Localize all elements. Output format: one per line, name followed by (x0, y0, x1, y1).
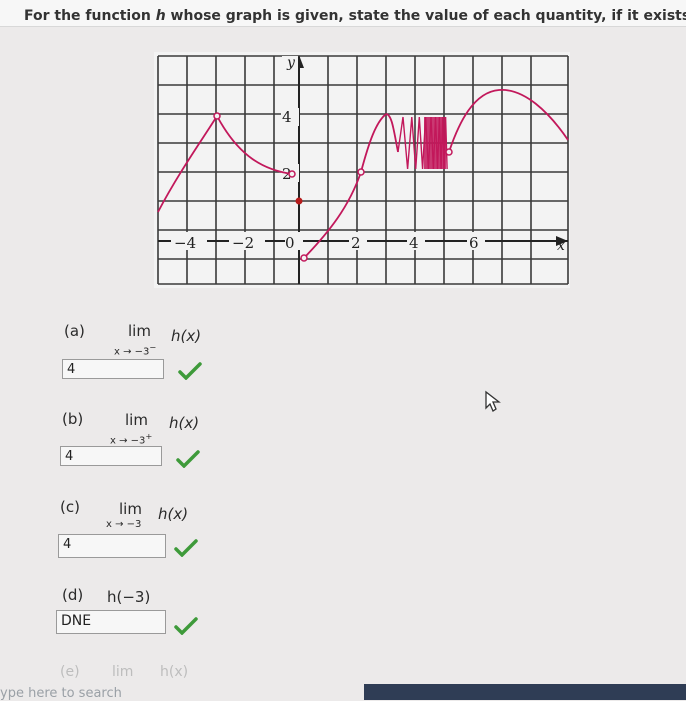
part-a-subscript: x → −3− (114, 342, 157, 358)
question-text: For the function h whose graph is given,… (24, 8, 686, 24)
y-axis-label: y (286, 55, 296, 71)
check-icon (176, 450, 200, 468)
x-tick-label: 2 (351, 234, 361, 252)
part-d-answer-input[interactable]: DNE (56, 610, 166, 634)
x-axis-label: x (557, 238, 565, 254)
closed-point (295, 197, 303, 205)
part-b-answer-input[interactable]: 4 (60, 446, 162, 466)
x-tick-label: 0 (285, 234, 295, 252)
part-b-lim: lim (125, 411, 148, 429)
check-icon (178, 362, 202, 380)
check-icon (174, 617, 198, 635)
taskbar (364, 684, 686, 700)
part-c-subscript: x → −3 (106, 519, 142, 530)
x-tick-label: 4 (409, 234, 419, 252)
part-a-function: h(x) (171, 327, 202, 345)
part-e-function: h(x) (160, 664, 189, 680)
part-e-lim: lim (112, 664, 134, 680)
part-b-function: h(x) (169, 414, 200, 432)
function-graph: y x 4 2 −4 −2 0 2 4 6 (154, 52, 570, 288)
part-d-function: h(−3) (107, 588, 151, 606)
open-point (357, 168, 365, 176)
question-header: For the function h whose graph is given,… (0, 0, 686, 27)
open-point (288, 170, 296, 178)
y-tick-label: 4 (282, 108, 292, 126)
oscillation-fill (424, 117, 446, 169)
part-c-answer-input[interactable]: 4 (58, 534, 166, 558)
mouse-cursor-icon (485, 390, 501, 412)
part-b-subscript: x → −3+ (110, 431, 153, 447)
part-b-label: (b) (62, 410, 84, 428)
x-tick-label: 6 (469, 234, 479, 252)
open-point (300, 254, 308, 262)
open-point (445, 148, 453, 156)
part-c-lim: lim (119, 500, 142, 518)
part-d-label: (d) (62, 586, 84, 604)
part-a-lim: lim (128, 322, 151, 340)
check-icon (174, 539, 198, 557)
taskbar-search[interactable]: ype here to search (0, 686, 122, 701)
part-a-label: (a) (64, 322, 85, 340)
part-a-answer-input[interactable]: 4 (62, 359, 164, 379)
part-c-label: (c) (60, 498, 80, 516)
part-e-label: (e) (60, 664, 80, 680)
open-point (213, 112, 221, 120)
x-tick-label: −2 (232, 234, 254, 252)
x-tick-label: −4 (174, 234, 196, 252)
part-c-function: h(x) (158, 505, 189, 523)
